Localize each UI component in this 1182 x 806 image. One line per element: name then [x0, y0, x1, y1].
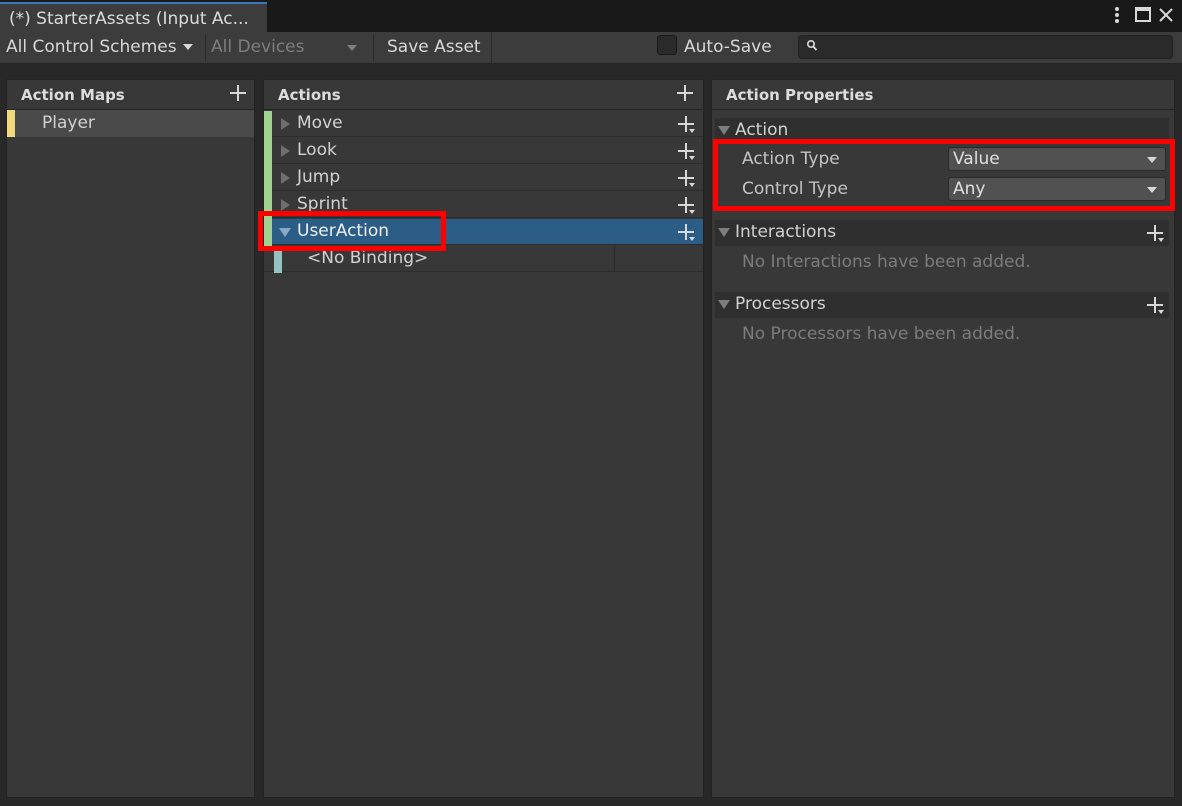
window-tab[interactable]: (*) StarterAssets (Input Ac... [0, 2, 267, 32]
add-binding-icon[interactable] [677, 196, 695, 214]
add-binding-icon[interactable] [677, 223, 695, 241]
control-schemes-label: All Control Schemes [6, 37, 177, 57]
save-asset-label: Save Asset [387, 37, 481, 57]
toolbar-divider [205, 34, 206, 62]
chevron-down-icon [347, 45, 357, 51]
collapse-arrow-icon[interactable] [718, 300, 730, 309]
action-maps-panel: Action Maps Player [6, 79, 255, 798]
action-color-bar [264, 111, 272, 138]
action-properties-title: Action Properties [726, 86, 874, 104]
collapse-arrow-icon[interactable] [718, 126, 730, 135]
search-input[interactable] [798, 35, 1173, 59]
expand-arrow-icon[interactable] [281, 145, 290, 157]
action-label: Jump [297, 167, 341, 187]
action-label: Move [297, 113, 343, 133]
add-binding-icon[interactable] [677, 115, 695, 133]
actions-header: Actions [264, 80, 703, 110]
auto-save-label: Auto-Save [684, 37, 772, 57]
add-processor-icon[interactable] [1146, 296, 1164, 314]
kebab-menu-icon[interactable] [1106, 4, 1128, 26]
action-section-label: Action [735, 120, 789, 140]
search-icon [806, 39, 818, 51]
interactions-section-header[interactable]: Interactions [715, 220, 1169, 246]
processors-section-header[interactable]: Processors [715, 292, 1169, 318]
add-action-map-icon[interactable] [229, 84, 247, 102]
expand-arrow-icon[interactable] [281, 172, 290, 184]
processors-section-label: Processors [735, 294, 826, 314]
chevron-down-icon [182, 44, 193, 50]
devices-label: All Devices [211, 37, 305, 57]
auto-save-checkbox[interactable] [657, 35, 677, 55]
window-titlebar: (*) StarterAssets (Input Ac... [0, 0, 1182, 32]
collapse-arrow-icon[interactable] [718, 228, 730, 237]
action-maps-header: Action Maps [7, 80, 254, 110]
binding-divider [614, 246, 615, 272]
maximize-icon[interactable] [1132, 4, 1154, 26]
binding-label: <No Binding> [307, 248, 429, 268]
action-row-jump[interactable]: Jump [264, 165, 703, 192]
close-icon[interactable] [1155, 4, 1177, 26]
window-tab-title: (*) StarterAssets (Input Ac... [9, 9, 249, 29]
useraction-highlight-box [258, 211, 446, 251]
toolbar: All Control Schemes All Devices Save Ass… [0, 32, 1182, 64]
action-maps-title: Action Maps [21, 86, 125, 104]
action-properties-header: Action Properties [712, 80, 1174, 110]
interactions-section-label: Interactions [735, 222, 837, 242]
actions-title: Actions [278, 86, 341, 104]
action-map-item-player[interactable]: Player [7, 110, 254, 137]
devices-dropdown[interactable]: All Devices [211, 32, 367, 63]
control-schemes-dropdown[interactable]: All Control Schemes [6, 32, 193, 63]
action-type-highlight-box [713, 139, 1175, 211]
interactions-empty-message: No Interactions have been added. [742, 252, 1031, 272]
action-label: Look [297, 140, 337, 160]
actions-panel: Actions Move Look Jump Sprint UserAction… [263, 79, 704, 798]
action-row-move[interactable]: Move [264, 111, 703, 138]
expand-arrow-icon[interactable] [281, 199, 290, 211]
action-map-color-bar [7, 110, 15, 137]
action-row-look[interactable]: Look [264, 138, 703, 165]
expand-arrow-icon[interactable] [281, 118, 290, 130]
save-asset-button[interactable]: Save Asset [380, 32, 492, 63]
action-map-label: Player [42, 113, 95, 133]
add-binding-icon[interactable] [677, 142, 695, 160]
action-color-bar [264, 165, 272, 192]
toolbar-divider [373, 34, 374, 62]
action-color-bar [264, 138, 272, 165]
processors-empty-message: No Processors have been added. [742, 324, 1021, 344]
add-interaction-icon[interactable] [1146, 224, 1164, 242]
add-action-icon[interactable] [676, 84, 694, 102]
add-binding-icon[interactable] [677, 169, 695, 187]
